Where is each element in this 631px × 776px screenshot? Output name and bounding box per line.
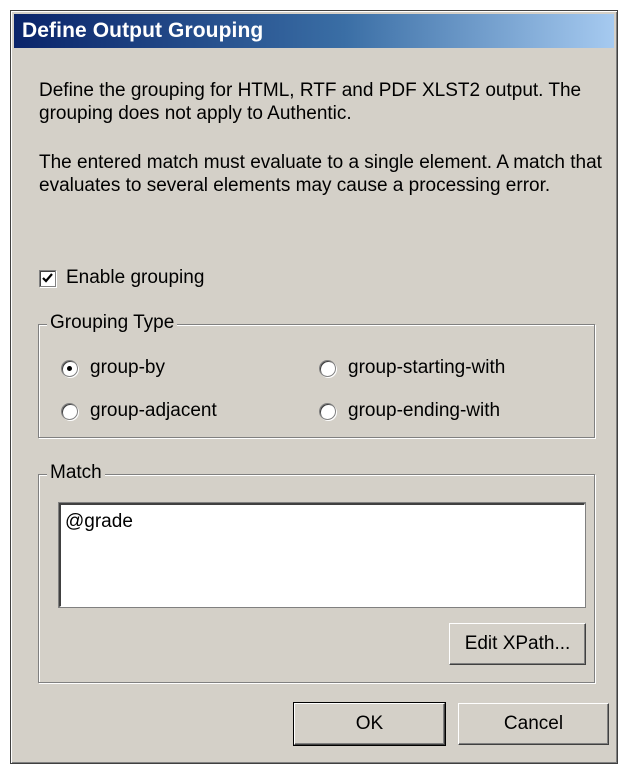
edit-xpath-button[interactable]: Edit XPath... (449, 623, 586, 665)
dialog-title: Define Output Grouping (22, 19, 264, 42)
radio-label: group-ending-with (348, 400, 501, 421)
checkbox-box[interactable] (39, 269, 56, 287)
radio-button[interactable] (319, 402, 336, 420)
match-legend: Match (47, 462, 105, 484)
radio-label: group-starting-with (348, 357, 506, 378)
radio-group-by[interactable]: group-by (61, 357, 165, 379)
match-expression-input[interactable]: @grade (58, 502, 586, 608)
radio-group-starting-with[interactable]: group-starting-with (319, 357, 505, 379)
define-output-grouping-dialog: Define Output Grouping Define the groupi… (10, 10, 618, 764)
title-bar[interactable]: Define Output Grouping (14, 14, 614, 48)
radio-button[interactable] (319, 359, 336, 377)
radio-label: group-by (90, 357, 165, 378)
enable-grouping-checkbox[interactable]: Enable grouping (39, 267, 204, 289)
enable-grouping-label: Enable grouping (66, 267, 205, 288)
description-paragraph-2: The entered match must evaluate to a sin… (39, 152, 602, 196)
match-group: Match @grade Edit XPath... (38, 462, 595, 683)
description-paragraph-1: Define the grouping for HTML, RTF and PD… (39, 80, 582, 124)
ok-button[interactable]: OK (293, 702, 446, 746)
checkmark-icon (42, 272, 53, 283)
radio-group-ending-with[interactable]: group-ending-with (319, 400, 500, 422)
radio-button[interactable] (61, 359, 78, 377)
grouping-type-legend: Grouping Type (47, 312, 178, 334)
cancel-button[interactable]: Cancel (458, 703, 609, 745)
radio-button[interactable] (61, 402, 78, 420)
radio-group-adjacent[interactable]: group-adjacent (61, 400, 217, 422)
grouping-type-group: Grouping Type group-by group-starting-wi… (38, 312, 595, 438)
radio-label: group-adjacent (90, 400, 217, 421)
